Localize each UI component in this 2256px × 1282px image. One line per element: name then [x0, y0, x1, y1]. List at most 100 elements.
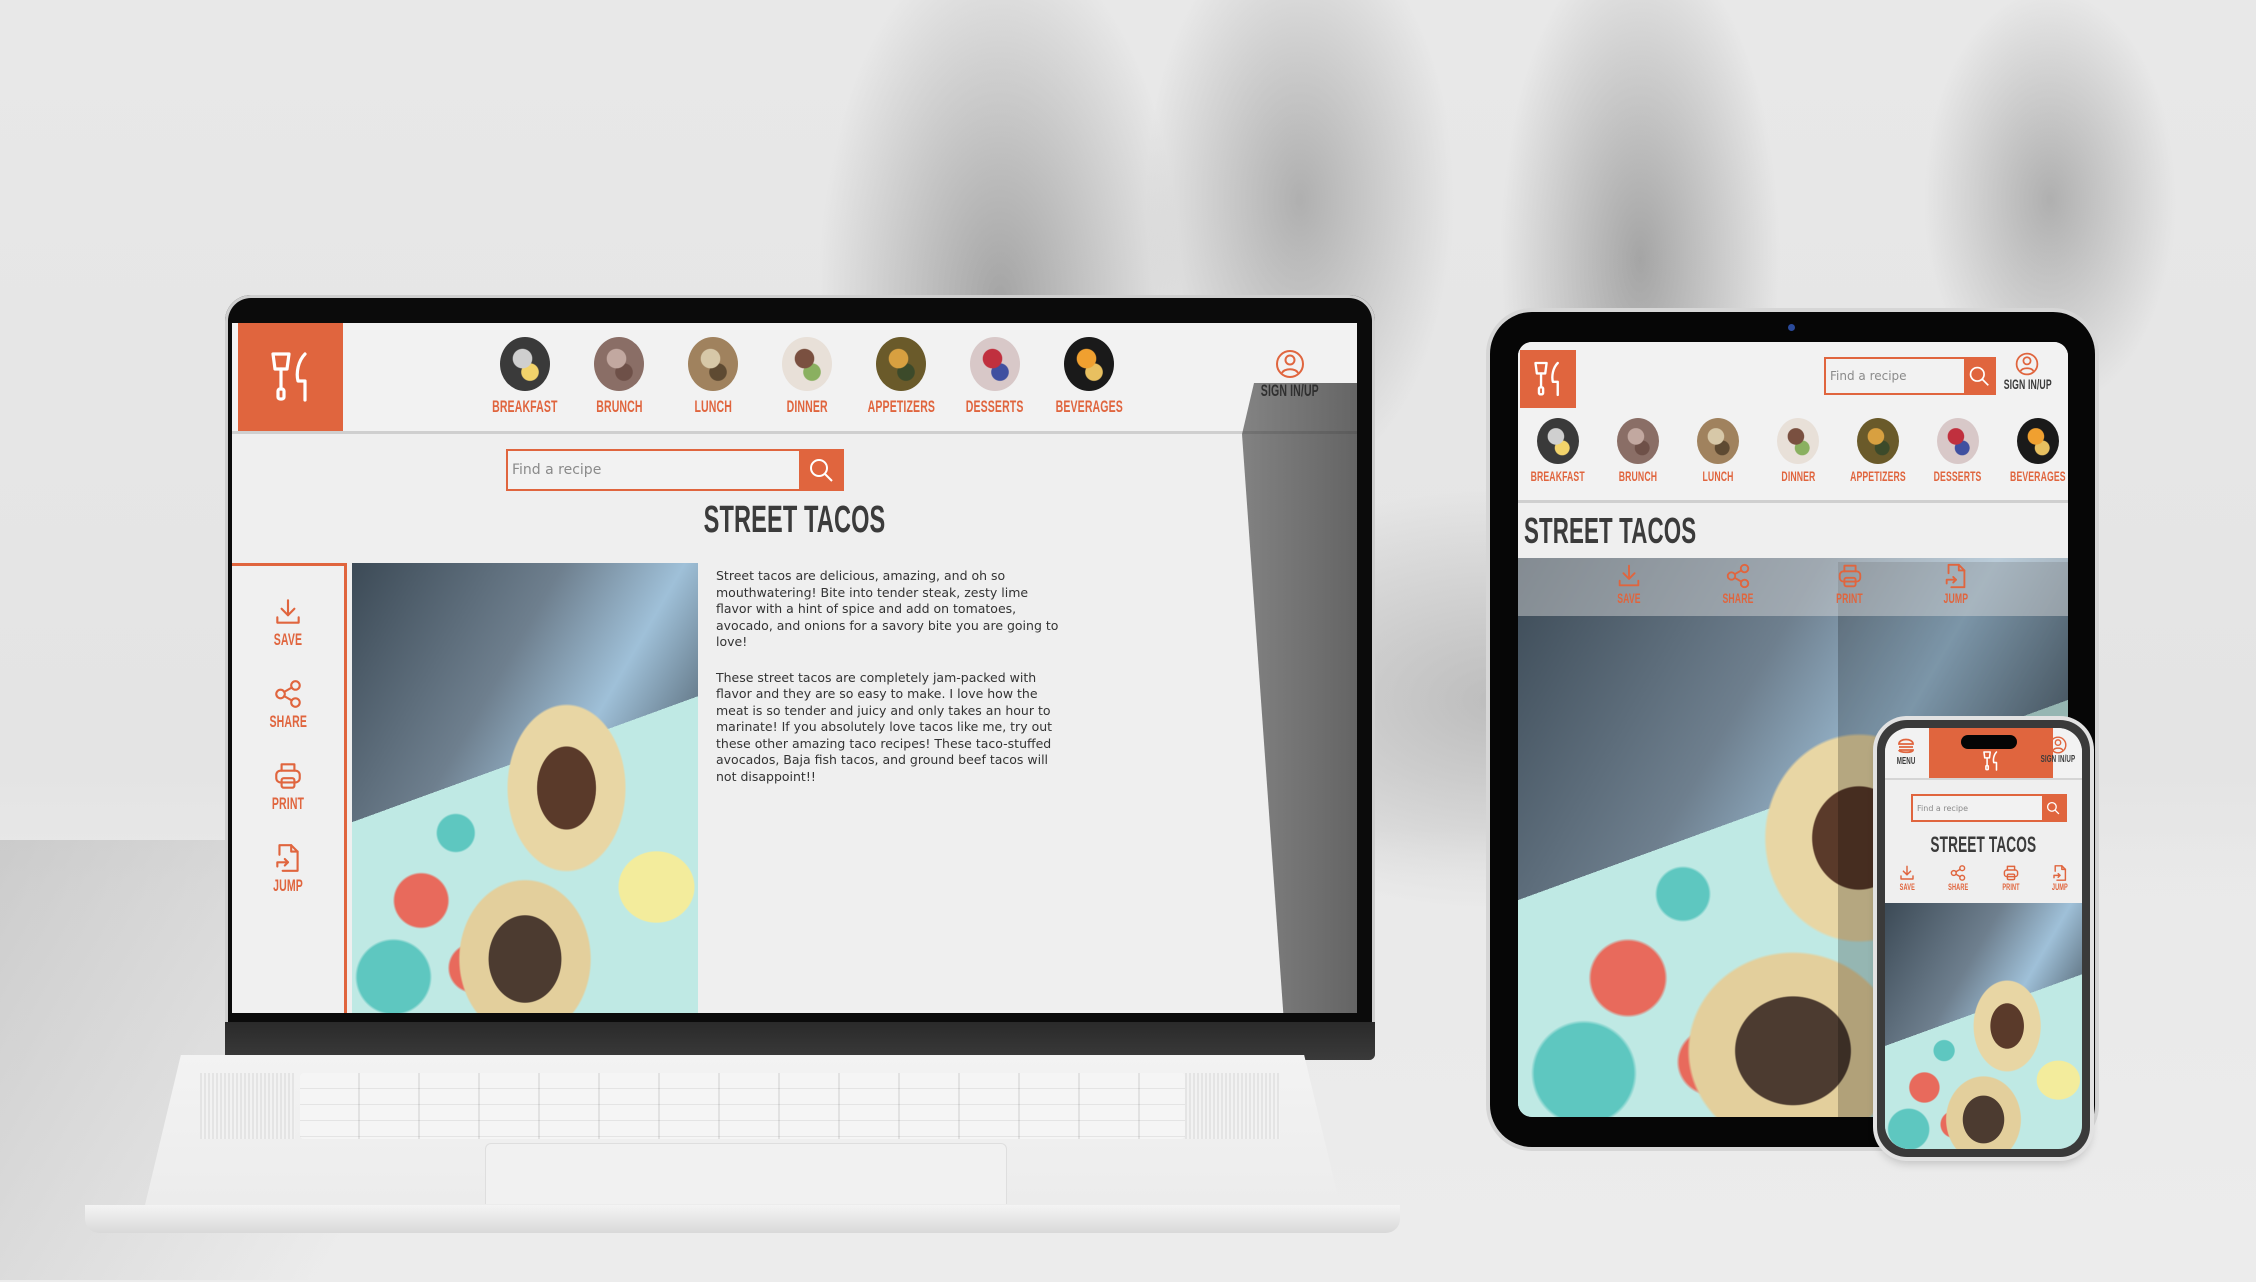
download-icon [276, 599, 300, 624]
action-label: SHARE [269, 712, 307, 731]
category-desserts[interactable]: DESSERTS [964, 337, 1026, 417]
user-circle-icon [1276, 350, 1305, 378]
category-thumbnail [876, 337, 926, 391]
jump-file-icon [276, 844, 299, 872]
category-appetizers[interactable]: APPETIZERS [867, 337, 935, 417]
print-button[interactable]: PRINT [232, 760, 344, 814]
site-logo[interactable] [1520, 350, 1576, 408]
recipe-title: STREET TACOS [1930, 832, 2037, 857]
save-button[interactable]: SAVE [232, 596, 344, 650]
recipe-title: STREET TACOS [1524, 510, 1697, 551]
spatula-and-knife-icon [1983, 751, 1998, 771]
category-label: BREAKFAST [1530, 468, 1586, 484]
recipe-description: Street tacos are delicious, amazing, and… [716, 568, 1061, 804]
recipe-action-bar: SAVE SHARE PRINT JUMP [1518, 558, 2068, 616]
category-thumbnail [500, 337, 550, 391]
category-label: DINNER [786, 397, 828, 416]
phone-device: MENU SIGN IN/UP STREET TACOS SAVE SHARE PR… [1877, 720, 2090, 1157]
category-thumbnail [1617, 418, 1659, 464]
site-header: BREAKFAST BRUNCH LUNCH DINNER APPETIZERS DESS… [232, 323, 1357, 434]
phone-screen: MENU SIGN IN/UP STREET TACOS SAVE SHARE PR… [1885, 728, 2082, 1149]
description-paragraph: Street tacos are delicious, amazing, and… [716, 568, 1059, 649]
category-beverages[interactable]: BEVERAGES [1055, 337, 1123, 417]
recipe-search [506, 449, 844, 491]
search-input[interactable] [508, 451, 800, 489]
recipe-title-wrap: STREET TACOS [1885, 832, 2082, 858]
category-label: BEVERAGES [1055, 397, 1123, 416]
share-button[interactable]: SHARE [232, 678, 344, 732]
sign-in-button[interactable]: SIGN IN/UP [2030, 736, 2082, 765]
category-label: BRUNCH [595, 397, 643, 416]
category-label: BEVERAGES [2010, 468, 2066, 484]
category-label: APPETIZERS [867, 397, 935, 416]
category-thumbnail [1777, 418, 1819, 464]
action-label: SAVE [273, 630, 303, 649]
save-button[interactable]: SAVE [1895, 864, 1920, 892]
category-lunch[interactable]: LUNCH [1688, 418, 1748, 484]
category-nav: BREAKFAST BRUNCH LUNCH DINNER APPETIZERS DESS… [492, 337, 1123, 417]
recipe-title-wrap: STREET TACOS [1524, 510, 1802, 552]
search-button[interactable] [2041, 796, 2065, 820]
category-desserts[interactable]: DESSERTS [1928, 418, 1988, 484]
jump-button[interactable]: JUMP [232, 842, 344, 896]
recipe-search [1911, 794, 2067, 822]
download-icon [1900, 865, 1915, 880]
jump-button[interactable]: JUMP [1936, 562, 1976, 616]
category-lunch[interactable]: LUNCH [682, 337, 744, 417]
category-brunch[interactable]: BRUNCH [588, 337, 650, 417]
speaker-grille-right [1185, 1073, 1280, 1139]
street-tacos-photo [1885, 903, 2082, 1149]
category-breakfast[interactable]: BREAKFAST [492, 337, 558, 417]
laptop-base [85, 1055, 1400, 1233]
tablet-camera [1788, 324, 1795, 331]
save-button[interactable]: SAVE [1610, 562, 1648, 616]
print-button[interactable]: PRINT [1997, 864, 2025, 892]
category-label: BRUNCH [1618, 468, 1658, 484]
window-shadow-overlay [1242, 383, 1357, 1013]
dynamic-island [1961, 735, 2017, 749]
search-input[interactable] [1913, 796, 2042, 820]
jump-button[interactable]: JUMP [2047, 864, 2073, 892]
action-label: JUMP [1943, 590, 1969, 606]
recipe-title-wrap: STREET TACOS [232, 499, 1357, 542]
printer-icon [2003, 865, 2019, 881]
download-icon [1619, 564, 1640, 587]
category-dinner[interactable]: DINNER [1768, 418, 1828, 484]
description-paragraph: These street tacos are completely jam-pa… [716, 669, 1053, 784]
category-thumbnail [1937, 418, 1979, 464]
recipe-action-bar: SAVE SHARE PRINT JUMP [1895, 864, 2073, 892]
action-label: PRINT [1836, 590, 1863, 606]
share-icon [275, 680, 301, 708]
category-breakfast[interactable]: BREAKFAST [1528, 418, 1588, 484]
site-logo[interactable] [238, 323, 343, 431]
recipe-title: STREET TACOS [703, 499, 886, 541]
category-appetizers[interactable]: APPETIZERS [1848, 418, 1908, 484]
category-beverages[interactable]: BEVERAGES [2008, 418, 2068, 484]
category-thumbnail [594, 337, 644, 391]
hamburger-menu-icon [1898, 738, 1915, 754]
recipe-search [1824, 357, 1996, 395]
share-icon [1726, 563, 1750, 589]
menu-button[interactable]: MENU [1891, 736, 1921, 767]
category-brunch[interactable]: BRUNCH [1608, 418, 1668, 484]
category-label: LUNCH [1702, 468, 1734, 484]
action-label: SAVE [1617, 590, 1642, 606]
category-dinner[interactable]: DINNER [776, 337, 838, 417]
share-button[interactable]: SHARE [1713, 562, 1763, 616]
share-button[interactable]: SHARE [1942, 864, 1975, 892]
search-button[interactable] [799, 451, 842, 489]
print-button[interactable]: PRINT [1828, 562, 1871, 616]
sign-in-label: SIGN IN/UP [2040, 754, 2076, 765]
recipe-action-sidebar: SAVE SHARE PRINT JUMP [232, 563, 347, 1013]
tablet-site-header: SIGN IN/UP BREAKFAST BRUNCH LUNCH DINNER APP… [1518, 342, 2068, 503]
sign-in-button[interactable]: SIGN IN/UP [1989, 352, 2066, 392]
category-label: LUNCH [694, 397, 732, 416]
jump-file-icon [2053, 865, 2067, 881]
category-thumbnail [782, 337, 832, 391]
category-label: APPETIZERS [1850, 468, 1906, 484]
search-input[interactable] [1826, 359, 1964, 393]
jump-file-icon [1945, 563, 1966, 589]
action-label: JUMP [2052, 882, 2069, 892]
share-icon [1950, 865, 1966, 881]
street-tacos-photo [352, 563, 698, 1013]
